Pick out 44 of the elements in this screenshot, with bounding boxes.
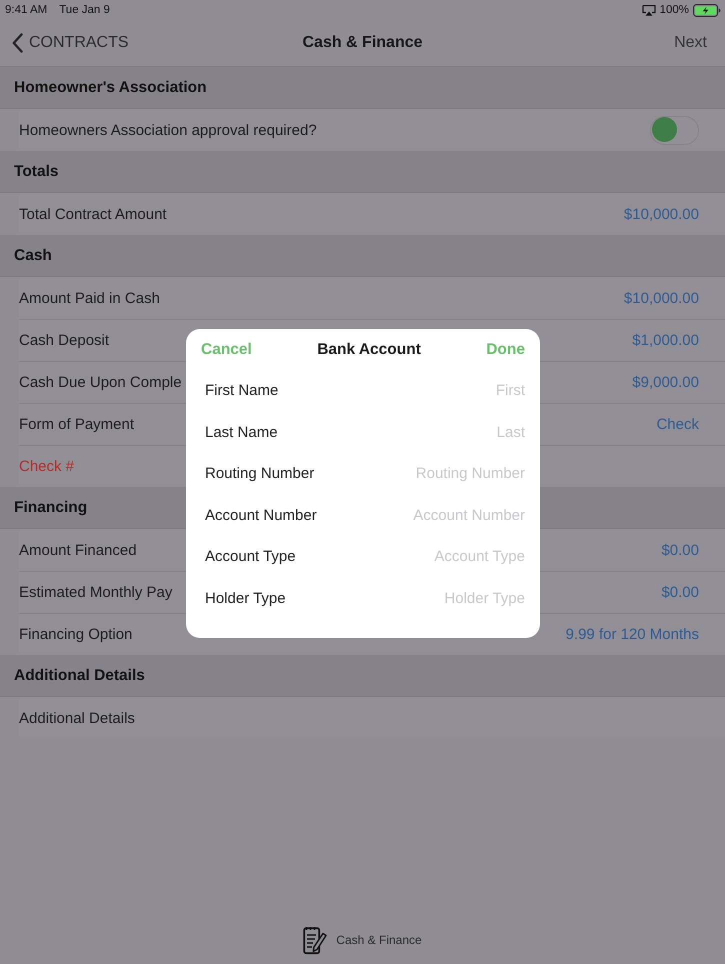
toggle-switch[interactable] (650, 116, 699, 144)
cancel-button[interactable]: Cancel (201, 340, 252, 358)
row-label: Amount Financed (19, 542, 137, 558)
row-value[interactable]: $10,000.00 (624, 206, 699, 222)
row-value[interactable]: 9.99 for 120 Months (566, 626, 699, 643)
row-label: Form of Payment (19, 416, 134, 433)
row-value[interactable]: $1,000.00 (632, 332, 699, 349)
section-header: Homeowner's Association (0, 67, 725, 109)
form-label: First Name (205, 382, 278, 400)
notepad-pencil-icon (303, 926, 328, 954)
row-label: Check # (19, 458, 74, 475)
row-label: Cash Deposit (19, 332, 110, 349)
row-value[interactable]: $10,000.00 (624, 290, 699, 306)
section-header: Additional Details (0, 655, 725, 697)
row-label: Homeowners Association approval required? (19, 122, 317, 138)
battery-percent: 100% (660, 4, 689, 16)
battery-icon (693, 4, 721, 16)
row-value[interactable]: $0.00 (661, 584, 699, 601)
section-header: Totals (0, 151, 725, 193)
form-label: Routing Number (205, 465, 314, 482)
done-button[interactable]: Done (486, 340, 525, 358)
tab-item[interactable]: Cash & Finance (303, 926, 422, 954)
status-time: 9:41 AM (5, 4, 48, 16)
row-value[interactable]: $9,000.00 (632, 374, 699, 391)
next-button[interactable]: Next (674, 34, 707, 52)
row-label: Financing Option (19, 626, 132, 643)
row-label: Estimated Monthly Pay (19, 584, 172, 601)
nav-title: Cash & Finance (302, 34, 423, 52)
row-label: Additional Details (19, 710, 135, 726)
row-label: Cash Due Upon Comple (19, 374, 182, 391)
section-header: Cash (0, 235, 725, 277)
form-label: Account Number (205, 506, 317, 524)
back-button[interactable]: CONTRACTS (12, 33, 129, 53)
airplay-icon (642, 4, 656, 16)
row-value[interactable]: $0.00 (661, 542, 699, 558)
chevron-left-icon (12, 33, 23, 53)
form-label: Holder Type (205, 590, 286, 607)
form-label: Last Name (205, 424, 278, 441)
modal-title: Bank Account (317, 340, 421, 358)
row-label: Total Contract Amount (19, 206, 167, 222)
row-label: Amount Paid in Cash (19, 290, 160, 306)
status-date: Tue Jan 9 (59, 4, 110, 16)
row-value[interactable]: Check (656, 416, 699, 433)
form-label: Account Type (205, 548, 296, 566)
